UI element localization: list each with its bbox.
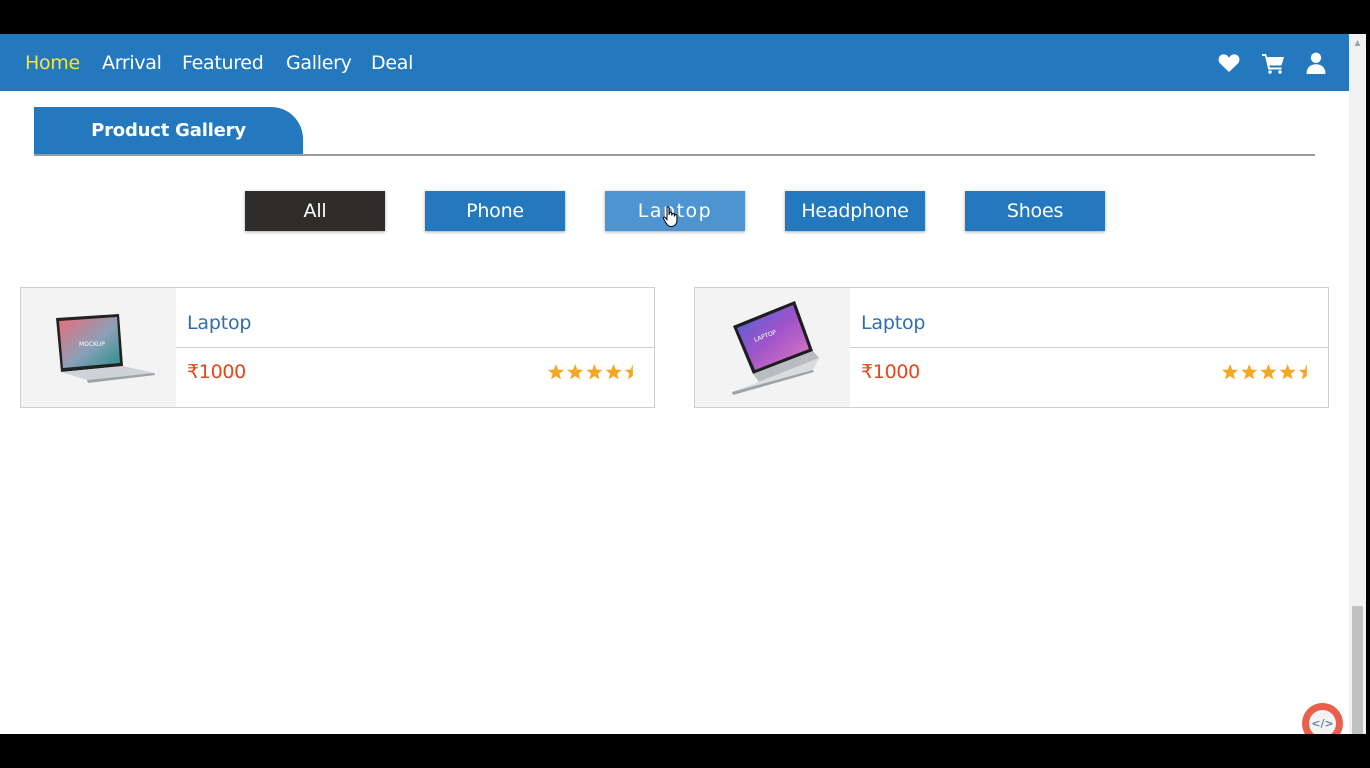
star-icon [1279, 364, 1296, 380]
heart-icon[interactable] [1217, 51, 1241, 75]
product-card[interactable]: LAPTOP Laptop ₹1000 [694, 287, 1329, 408]
top-navbar: Home Arrival Featured Gallery Deal [0, 34, 1349, 91]
product-image[interactable]: MOCKUP [21, 288, 176, 407]
product-price: ₹1000 [187, 361, 246, 383]
svg-text:MOCKUP: MOCKUP [79, 341, 105, 348]
filter-button-shoes[interactable]: Shoes [965, 191, 1105, 231]
scroll-thumb[interactable] [1352, 606, 1363, 734]
screen: Home Arrival Featured Gallery Deal Produ… [0, 0, 1370, 768]
laptop-mockup-image: MOCKUP [56, 314, 155, 383]
filter-button-all[interactable]: All [245, 191, 385, 231]
cart-icon[interactable] [1261, 51, 1285, 75]
product-name[interactable]: Laptop [187, 310, 251, 336]
hand-cursor-icon [662, 206, 678, 228]
product-name[interactable]: Laptop [861, 310, 925, 336]
card-divider [850, 347, 1328, 348]
code-icon: </> [1309, 710, 1336, 734]
section-title-tab: Product Gallery [34, 107, 303, 155]
rating-stars [1221, 364, 1307, 380]
scroll-up-arrow-icon[interactable]: ▲ [1349, 34, 1366, 51]
product-image[interactable]: LAPTOP [695, 288, 850, 407]
nav-link-featured[interactable]: Featured [182, 51, 264, 75]
nav-link-deal[interactable]: Deal [371, 51, 413, 75]
user-icon[interactable] [1304, 51, 1328, 75]
nav-link-arrival[interactable]: Arrival [102, 51, 162, 75]
browser-viewport: Home Arrival Featured Gallery Deal Produ… [0, 34, 1349, 734]
code-fab-button[interactable]: </> [1302, 703, 1343, 734]
card-divider [176, 347, 654, 348]
star-icon [586, 364, 603, 380]
product-card[interactable]: MOCKUP Laptop ₹1000 [20, 287, 655, 408]
star-icon [1241, 364, 1258, 380]
nav-link-gallery[interactable]: Gallery [286, 51, 352, 75]
rating-stars [547, 364, 633, 380]
half-star-icon [1298, 364, 1307, 380]
vertical-scrollbar[interactable]: ▲ [1349, 34, 1366, 734]
star-icon [567, 364, 584, 380]
filter-button-headphone[interactable]: Headphone [785, 191, 925, 231]
laptop-mockup-image: LAPTOP [732, 301, 819, 395]
half-star-icon [624, 364, 633, 380]
nav-link-home[interactable]: Home [25, 51, 80, 75]
star-icon [547, 364, 565, 380]
filter-button-phone[interactable]: Phone [425, 191, 565, 231]
product-price: ₹1000 [861, 361, 920, 383]
star-icon [1260, 364, 1277, 380]
section-title: Product Gallery [91, 120, 246, 141]
section-divider [34, 154, 1315, 156]
star-icon [605, 364, 622, 380]
star-icon [1221, 364, 1239, 380]
